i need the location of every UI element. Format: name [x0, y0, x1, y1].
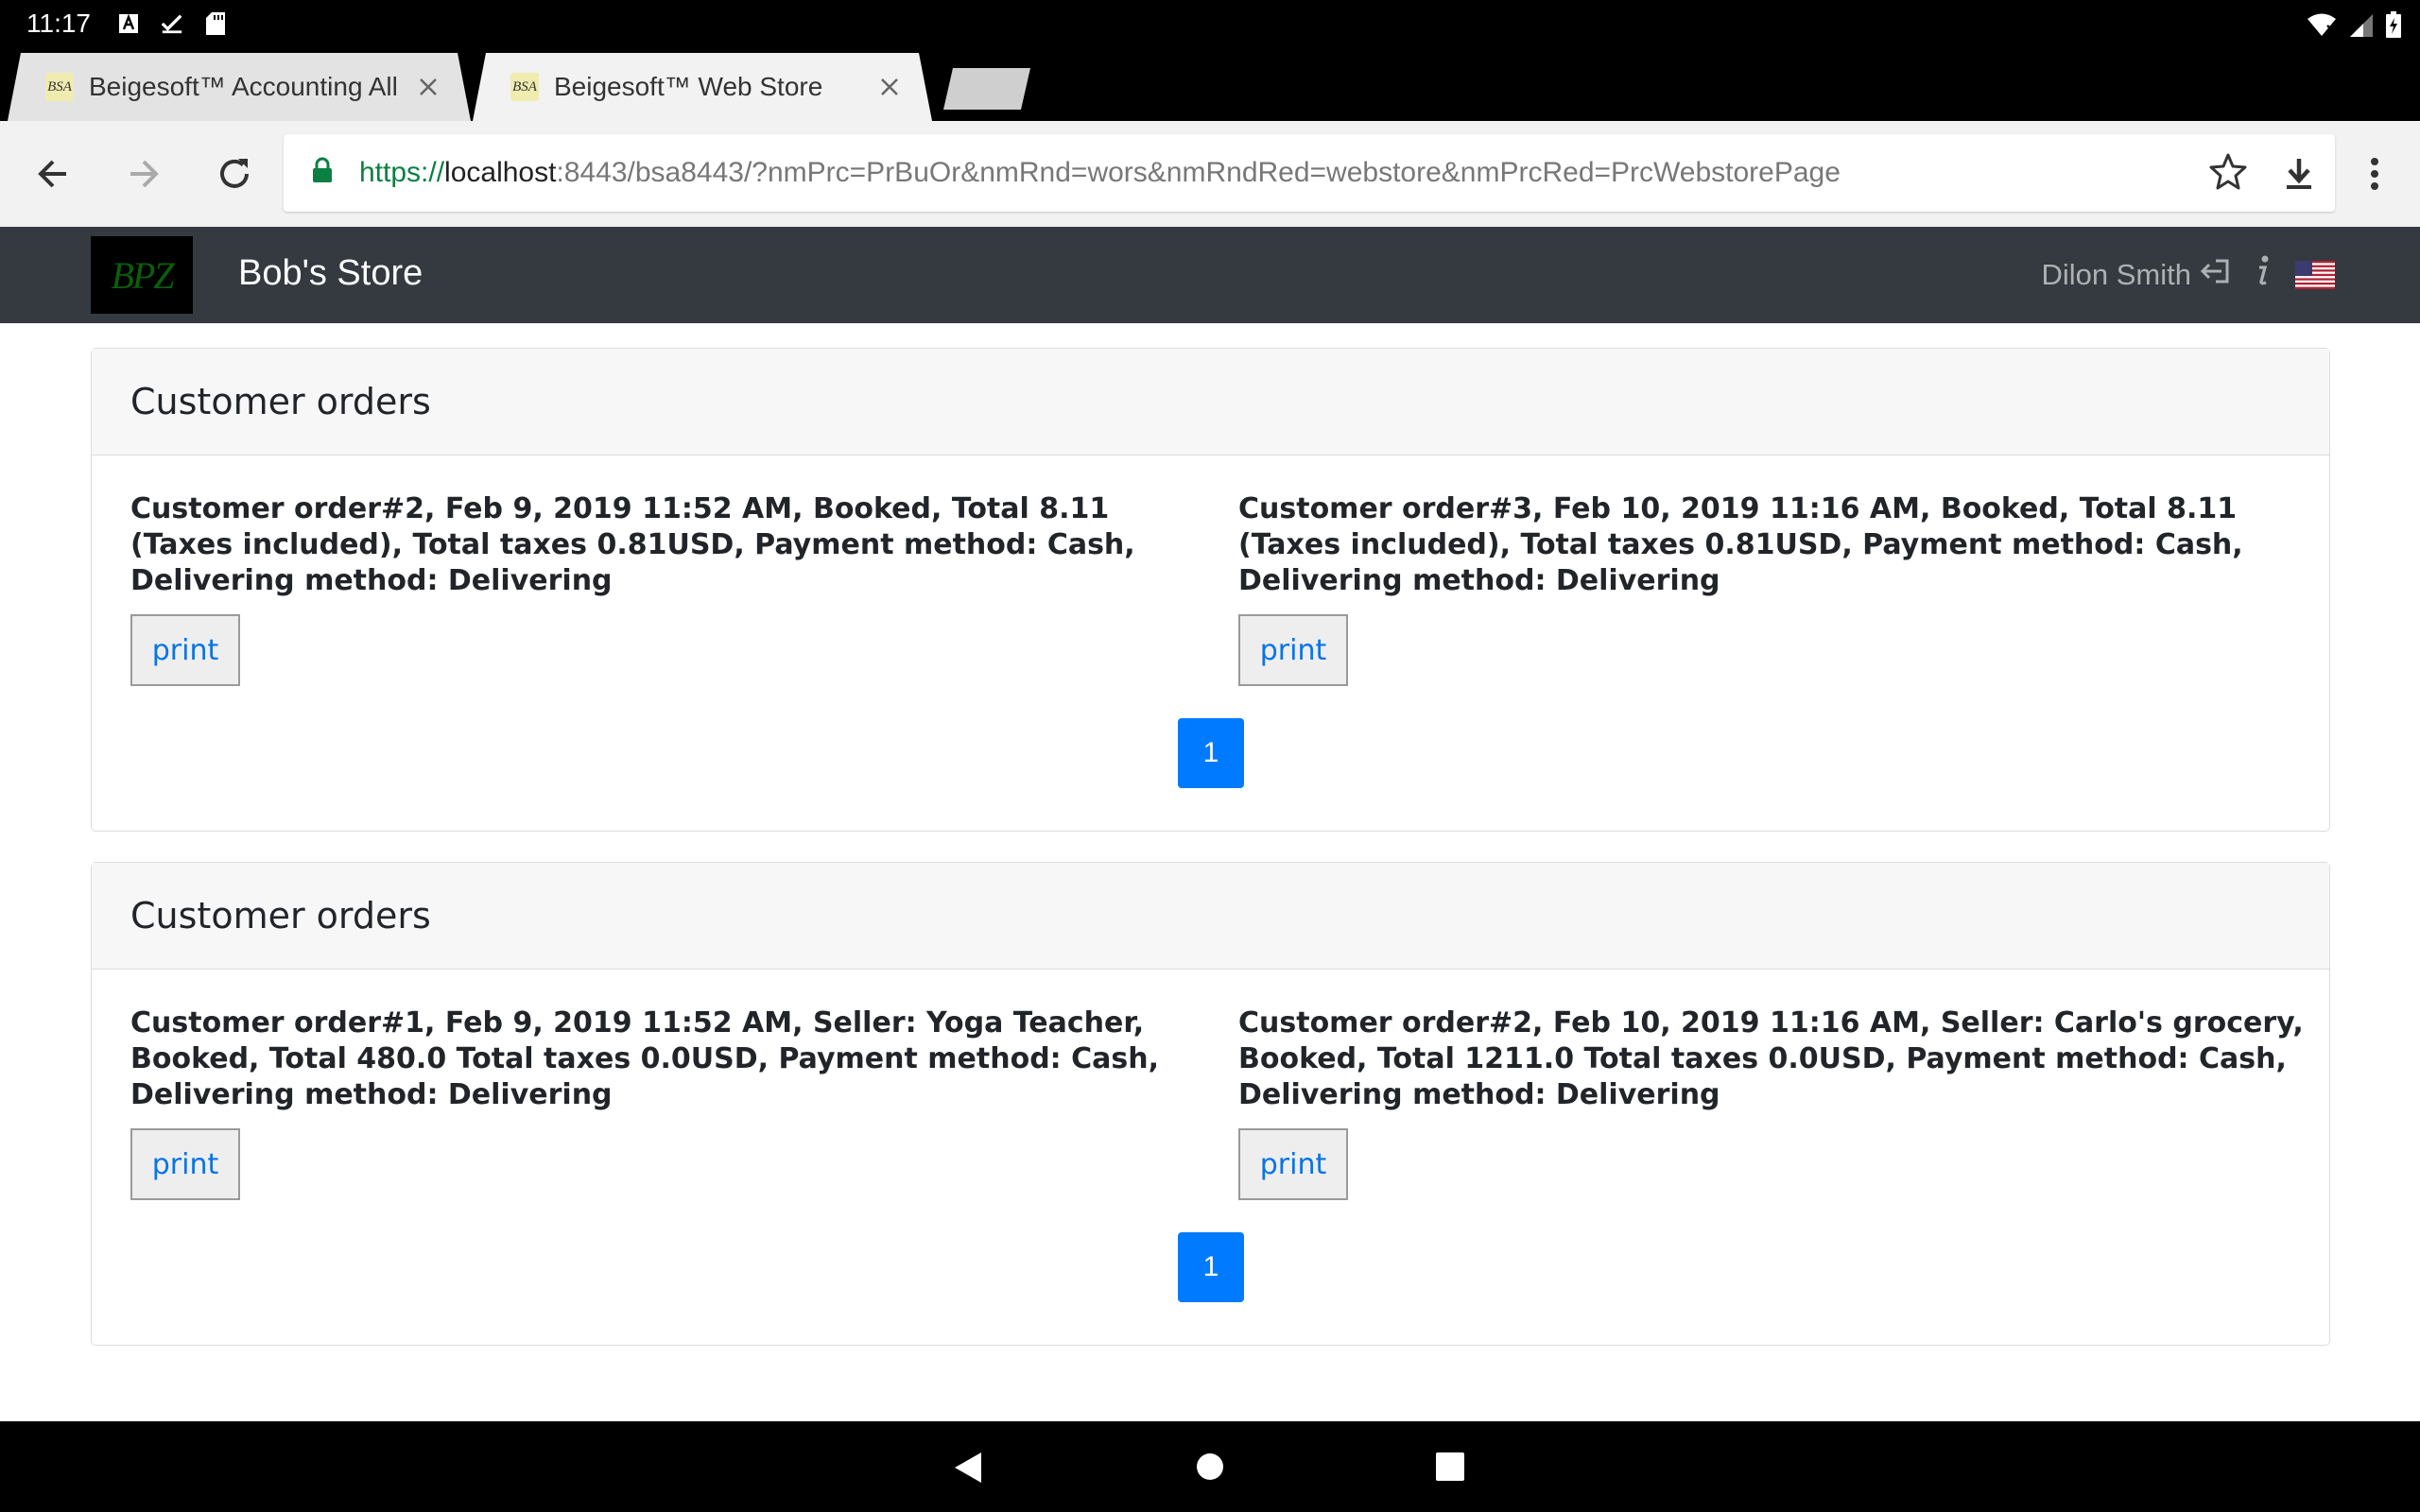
tab-title: Beigesoft™ Web Store	[554, 72, 823, 101]
pagination-page-1[interactable]: 1	[1178, 718, 1244, 788]
new-tab-button[interactable]	[943, 68, 1030, 110]
store-brand[interactable]: Bob's Store	[238, 253, 423, 294]
home-circle-icon[interactable]	[1193, 1450, 1229, 1486]
tab-webstore[interactable]: BSA Beigesoft™ Web Store	[473, 53, 932, 121]
tab-favicon: BSA	[510, 73, 539, 101]
order-item: Customer order#2, Feb 9, 2019 11:52 AM, …	[130, 491, 1208, 686]
customer-orders-card: Customer orders Customer order#1, Feb 9,…	[91, 862, 2330, 1346]
close-icon[interactable]	[875, 73, 904, 101]
card-title: Customer orders	[92, 349, 2329, 455]
battery-icon	[2386, 11, 2401, 42]
url-path: :8443/bsa8443/?nmPrc=PrBuOr&nmRnd=wors&n…	[556, 157, 1841, 188]
lock-icon	[312, 157, 337, 189]
back-icon[interactable]	[30, 151, 76, 197]
url-bar[interactable]: https://localhost:8443/bsa8443/?nmPrc=Pr…	[284, 134, 2335, 212]
customer-orders-card: Customer orders Customer order#2, Feb 9,…	[91, 348, 2330, 832]
status-bar: 11:17	[0, 0, 2420, 47]
user-name[interactable]: Dilon Smith	[2042, 258, 2192, 292]
back-triangle-icon[interactable]	[951, 1450, 987, 1486]
sd-card-icon	[204, 12, 227, 35]
star-icon[interactable]	[2208, 151, 2248, 198]
url-host: localhost	[444, 157, 557, 188]
order-item: Customer order#2, Feb 10, 2019 11:16 AM,…	[1238, 1005, 2316, 1200]
forward-icon[interactable]	[121, 151, 166, 197]
print-button[interactable]: print	[130, 614, 240, 686]
store-logo[interactable]: BPZ	[91, 236, 193, 314]
tab-title: Beigesoft™ Accounting All In	[89, 72, 405, 101]
reload-icon[interactable]	[212, 151, 257, 197]
order-description: Customer order#2, Feb 10, 2019 11:16 AM,…	[1238, 1006, 2304, 1111]
download-icon[interactable]	[2276, 151, 2322, 197]
recents-square-icon[interactable]	[1433, 1450, 1469, 1486]
wifi-icon	[2307, 12, 2337, 41]
site-navbar: BPZ Bob's Store Dilon Smith	[0, 227, 2420, 323]
close-icon[interactable]	[414, 73, 442, 101]
order-description: Customer order#2, Feb 9, 2019 11:52 AM, …	[130, 492, 1135, 597]
system-nav-bar	[0, 1421, 2420, 1512]
tab-strip: BSA Beigesoft™ Accounting All In BSA Bei…	[0, 47, 2420, 121]
order-description: Customer order#1, Feb 9, 2019 11:52 AM, …	[130, 1006, 1159, 1111]
card-title: Customer orders	[92, 863, 2329, 970]
menu-icon[interactable]	[2352, 151, 2397, 197]
logout-icon[interactable]	[2199, 257, 2231, 293]
browser-toolbar: https://localhost:8443/bsa8443/?nmPrc=Pr…	[0, 121, 2420, 228]
a-icon	[117, 12, 140, 35]
check-icon	[161, 12, 183, 35]
status-time: 11:17	[26, 9, 91, 38]
signal-icon	[2350, 12, 2373, 41]
tab-accounting[interactable]: BSA Beigesoft™ Accounting All In	[8, 53, 471, 121]
url-scheme: https://	[359, 157, 445, 188]
print-button[interactable]: print	[130, 1128, 240, 1200]
us-flag-icon[interactable]	[2295, 261, 2335, 289]
tab-favicon: BSA	[45, 73, 74, 101]
info-icon[interactable]	[2254, 255, 2273, 295]
order-item: Customer order#1, Feb 9, 2019 11:52 AM, …	[130, 1005, 1208, 1200]
order-item: Customer order#3, Feb 10, 2019 11:16 AM,…	[1238, 491, 2316, 686]
print-button[interactable]: print	[1238, 614, 1348, 686]
pagination-page-1[interactable]: 1	[1178, 1232, 1244, 1302]
print-button[interactable]: print	[1238, 1128, 1348, 1200]
order-description: Customer order#3, Feb 10, 2019 11:16 AM,…	[1238, 492, 2243, 597]
